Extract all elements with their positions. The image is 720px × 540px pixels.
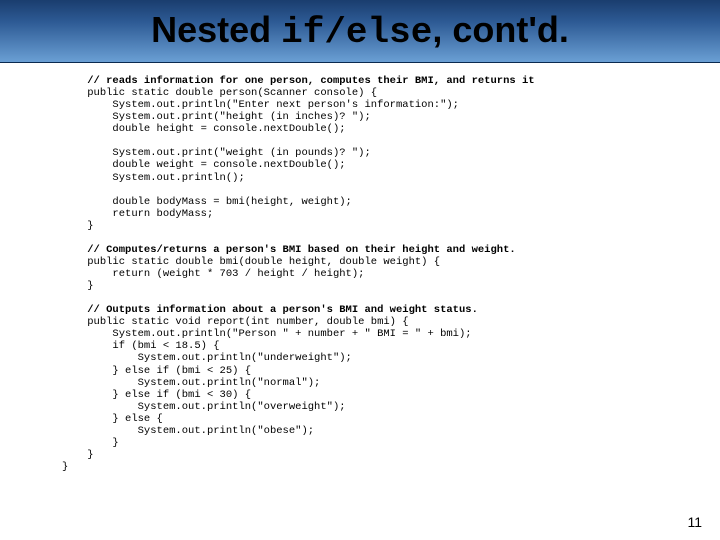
code-line: double weight = console.nextDouble(); (87, 159, 345, 171)
code-line: System.out.print("height (in inches)? ")… (87, 111, 371, 123)
code-line: } (87, 437, 119, 449)
code-line: System.out.println("normal"); (87, 377, 320, 389)
code-line: if (bmi < 18.5) { (87, 340, 219, 352)
code-line: return (weight * 703 / height / height); (87, 268, 364, 280)
code-line: } (87, 449, 93, 461)
code-block: // reads information for one person, com… (0, 63, 720, 473)
code-line: } else if (bmi < 30) { (87, 389, 251, 401)
title-prefix: Nested (151, 9, 281, 50)
code-line: } else { (87, 413, 163, 425)
code-line: } else if (bmi < 25) { (87, 365, 251, 377)
code-line: public static void report(int number, do… (87, 316, 408, 328)
code-line: System.out.println("overweight"); (87, 401, 345, 413)
code-line: } (62, 461, 68, 473)
code-line: System.out.print("weight (in pounds)? ")… (87, 147, 371, 159)
code-line: System.out.println("obese"); (87, 425, 314, 437)
comment-3: // Outputs information about a person's … (87, 304, 478, 316)
code-line: System.out.println(); (87, 172, 245, 184)
comment-2: // Computes/returns a person's BMI based… (87, 244, 515, 256)
title-suffix: , cont'd. (432, 9, 569, 50)
code-line: double height = console.nextDouble(); (87, 123, 345, 135)
code-line: } (87, 280, 93, 292)
slide: Nested if/else, cont'd. // reads informa… (0, 0, 720, 540)
code-line: public static double bmi(double height, … (87, 256, 440, 268)
code-line: System.out.println("Enter next person's … (87, 99, 459, 111)
code-line: } (87, 220, 93, 232)
code-line: System.out.println("Person " + number + … (87, 328, 471, 340)
slide-title: Nested if/else, cont'd. (151, 9, 569, 53)
code-line: double bodyMass = bmi(height, weight); (87, 196, 352, 208)
comment-1: // reads information for one person, com… (87, 75, 534, 87)
code-line: return bodyMass; (87, 208, 213, 220)
code-line: public static double person(Scanner cons… (87, 87, 377, 99)
title-bar: Nested if/else, cont'd. (0, 0, 720, 63)
code-line: System.out.println("underweight"); (87, 352, 352, 364)
page-number: 11 (687, 514, 702, 530)
title-code: if/else (281, 12, 432, 53)
